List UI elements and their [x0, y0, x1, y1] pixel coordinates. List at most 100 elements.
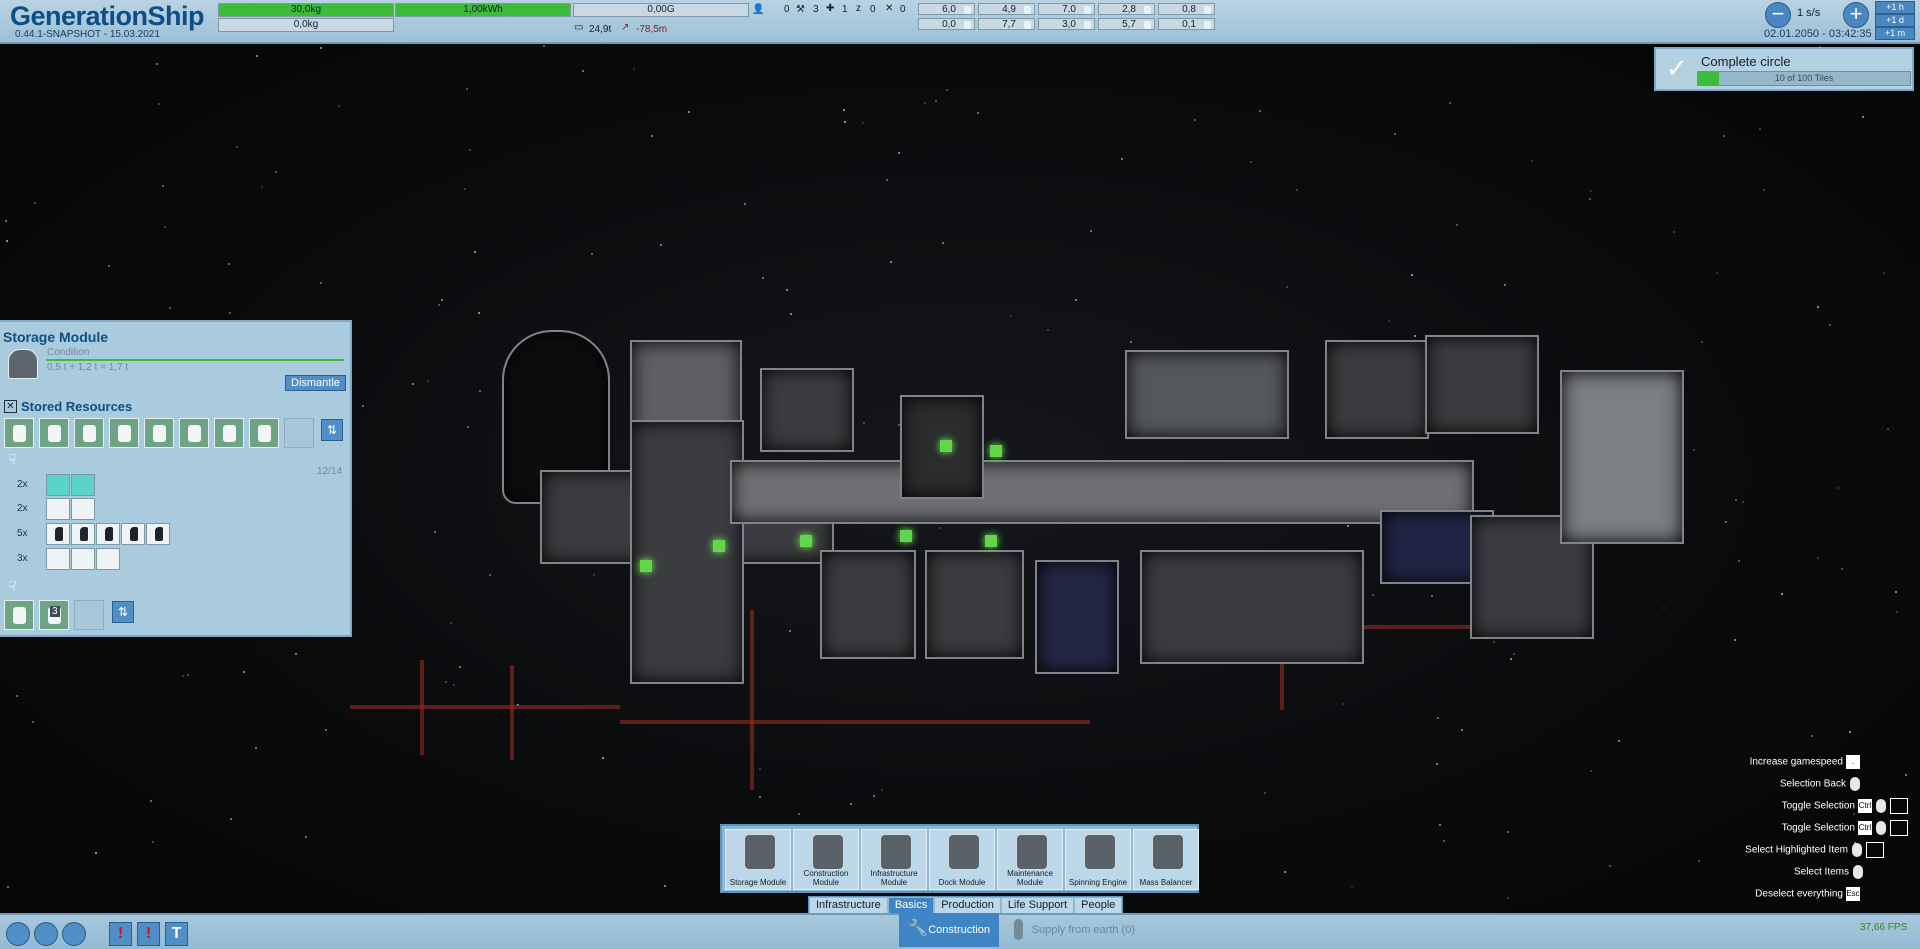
view-scan-button[interactable]	[34, 922, 58, 946]
storage-slot[interactable]	[39, 418, 69, 448]
hotkey-hint: Deselect everything Esc	[1755, 886, 1860, 901]
star	[1456, 224, 1458, 226]
supply-tab[interactable]: Supply from earth (0)	[1002, 913, 1142, 947]
star	[1090, 230, 1092, 232]
star	[1411, 274, 1413, 276]
resource-slot[interactable]	[71, 548, 95, 570]
view-ship-button[interactable]	[6, 922, 30, 946]
resource-slot[interactable]	[96, 523, 120, 545]
star	[156, 63, 158, 65]
resource-slot[interactable]	[46, 523, 70, 545]
resource-slot[interactable]	[71, 523, 95, 545]
star	[798, 813, 800, 815]
star	[229, 312, 231, 314]
stored-resources-title: Stored Resources	[21, 399, 133, 414]
star	[862, 122, 864, 124]
star	[243, 671, 245, 673]
star	[164, 226, 166, 228]
key-icon: .	[1846, 754, 1860, 769]
mass-bar: 30,0kg	[218, 3, 394, 17]
star	[890, 261, 892, 263]
resource-cell: 5,7	[1098, 18, 1155, 30]
queue-transfer-button[interactable]: ⇅	[112, 601, 134, 623]
light-icon	[1144, 6, 1151, 14]
mass-value: 30,0kg	[290, 4, 322, 15]
storage-slot[interactable]	[249, 418, 279, 448]
queue-slot-empty[interactable]	[74, 600, 104, 630]
storage-slot[interactable]	[74, 418, 104, 448]
star	[187, 674, 189, 676]
tab-life-support[interactable]: Life Support	[1001, 898, 1074, 913]
crew-icon: 👤	[752, 4, 765, 15]
resource-slot[interactable]	[146, 523, 170, 545]
build-storage-module[interactable]: Storage Module	[725, 829, 791, 890]
storage-slot[interactable]	[179, 418, 209, 448]
star	[582, 70, 584, 72]
star	[32, 721, 34, 723]
queue-slot[interactable]	[4, 600, 34, 630]
resource-slot[interactable]	[46, 474, 70, 496]
metal-icon	[1024, 21, 1031, 29]
skip-hour-button[interactable]: +1 h	[1875, 1, 1915, 14]
tab-people[interactable]: People	[1075, 898, 1122, 913]
tab-production[interactable]: Production	[935, 898, 1000, 913]
star	[469, 149, 471, 151]
star	[633, 68, 635, 70]
star	[977, 112, 979, 114]
storage-slot[interactable]	[144, 418, 174, 448]
star	[152, 841, 154, 843]
speed-increase-button[interactable]: +	[1843, 2, 1869, 28]
tab-infrastructure[interactable]: Infrastructure	[810, 898, 887, 913]
transfer-button[interactable]: ⇅	[321, 419, 343, 441]
speed-decrease-button[interactable]: −	[1765, 2, 1791, 28]
star	[873, 795, 875, 797]
build-dock-module[interactable]: Dock Module	[929, 829, 995, 890]
resource-cell: 4,9	[978, 3, 1035, 15]
build-construction-module[interactable]: Construction Module	[793, 829, 859, 890]
resource-cell: 0,0	[918, 18, 975, 30]
star	[1194, 119, 1196, 121]
ship-view[interactable]	[280, 310, 1720, 790]
dismantle-button[interactable]: Dismantle	[285, 375, 346, 391]
game-speed: 1 s/s	[1797, 7, 1821, 19]
storage-slot[interactable]	[214, 418, 244, 448]
star	[1759, 128, 1761, 130]
star	[1723, 135, 1725, 137]
stored-resources-toggle[interactable]: ✕	[4, 400, 17, 413]
view-orbit-button[interactable]	[62, 922, 86, 946]
star	[1735, 499, 1737, 501]
build-spinning-engine[interactable]: Spinning Engine	[1065, 829, 1131, 890]
resource-slot[interactable]	[121, 523, 145, 545]
skip-day-button[interactable]: +1 d	[1875, 14, 1915, 27]
resource-slot[interactable]	[71, 474, 95, 496]
resource-slot[interactable]	[46, 498, 70, 520]
goal-panel[interactable]: ✓ Complete circle 10 of 100 Tiles	[1654, 47, 1914, 91]
resource-slot[interactable]	[96, 548, 120, 570]
info-icon[interactable]: T	[165, 922, 188, 946]
build-maintenance-module[interactable]: Maintenance Module	[997, 829, 1063, 890]
mouse-icon	[1850, 776, 1860, 791]
skip-month-button[interactable]: +1 m	[1875, 27, 1915, 40]
build-infrastructure-module[interactable]: Infrastructure Module	[861, 829, 927, 890]
construction-tab[interactable]: 🔧 Construction	[899, 913, 999, 947]
check-icon: ✓	[1666, 53, 1688, 83]
star	[6, 240, 8, 242]
part-icon	[1084, 21, 1091, 29]
storage-slot[interactable]	[4, 418, 34, 448]
tab-basics[interactable]: Basics	[888, 898, 934, 913]
warning-icon[interactable]: !	[137, 922, 160, 946]
alert-icon[interactable]: !	[109, 922, 132, 946]
storage-slot[interactable]	[109, 418, 139, 448]
star	[474, 251, 476, 253]
resource-slot[interactable]	[46, 548, 70, 570]
storage-slot-empty[interactable]	[284, 418, 314, 448]
star	[1286, 286, 1288, 288]
key-icon: Ctrl	[1858, 820, 1872, 835]
resource-slot[interactable]	[71, 498, 95, 520]
build-mass-balancer[interactable]: Mass Balancer	[1133, 829, 1199, 890]
star	[1862, 116, 1864, 118]
star	[255, 747, 257, 749]
star	[1716, 272, 1718, 274]
resource-cell: 7,0	[1038, 3, 1095, 15]
star	[261, 186, 263, 188]
